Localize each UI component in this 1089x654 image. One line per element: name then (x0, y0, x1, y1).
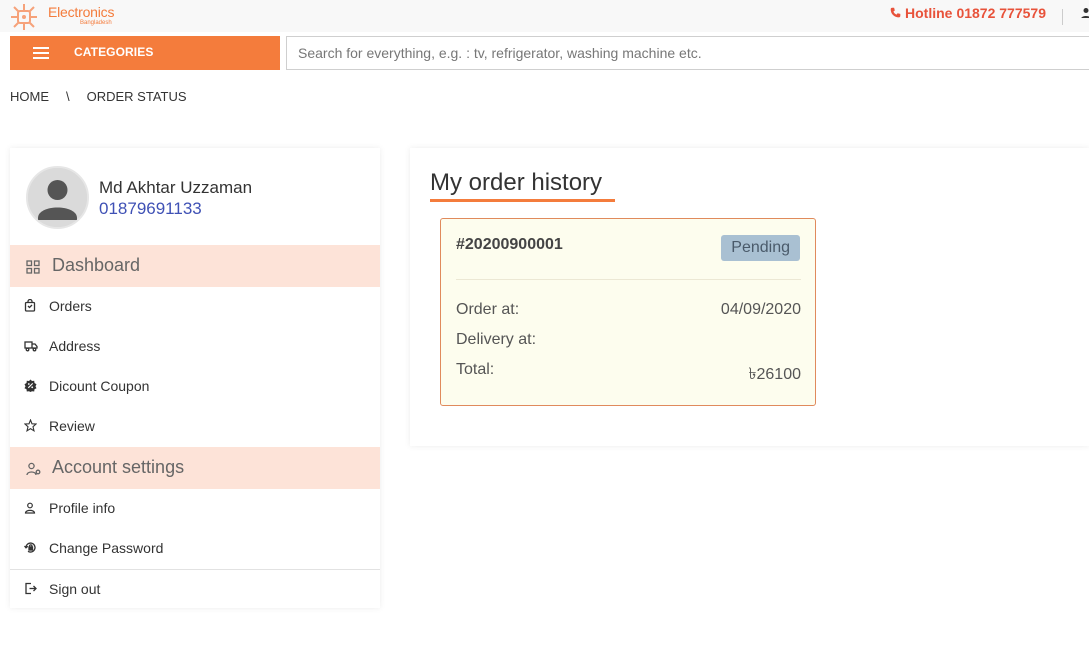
profile-name: Md Akhtar Uzzaman (99, 178, 253, 197)
categories-button[interactable]: CATEGORIES (10, 36, 280, 70)
user-settings-icon (26, 460, 42, 476)
user-icon (24, 501, 38, 515)
card-divider (456, 279, 801, 280)
sidebar-account-settings-label: Account settings (52, 457, 185, 477)
phone-icon (890, 5, 901, 21)
breadcrumb-home[interactable]: HOME (10, 89, 49, 104)
categories-label: CATEGORIES (74, 45, 154, 59)
account-sidebar: Md Akhtar Uzzaman 01879691133 Dashboard … (10, 148, 380, 608)
sidebar-item-change-password[interactable]: Change Password (10, 529, 380, 569)
sidebar-item-label: Sign out (49, 581, 101, 597)
brand-logo[interactable]: Electronics Bangladesh (10, 3, 114, 31)
order-at-value: 04/09/2020 (720, 301, 801, 318)
order-number[interactable]: #20200900001 (456, 236, 563, 254)
avatar (26, 166, 89, 229)
sidebar-item-profile-info[interactable]: Profile info (10, 489, 380, 529)
sidebar-item-sign-out[interactable]: Sign out (10, 570, 380, 610)
search-input[interactable] (286, 36, 1089, 70)
profile-phone: 01879691133 (99, 199, 202, 218)
hamburger-icon (33, 47, 49, 59)
sidebar-dashboard-label: Dashboard (52, 255, 141, 275)
sidebar-item-label: Address (49, 338, 101, 354)
brand-name: Electronics (48, 4, 115, 20)
brand-subtitle: Bangladesh (80, 20, 112, 26)
title-underline (430, 199, 615, 202)
coupon-icon (24, 379, 38, 393)
dashboard-icon (26, 258, 42, 274)
top-bar: Electronics Bangladesh Hotline 01872 777… (0, 0, 1089, 32)
hotline-label: Hotline (905, 5, 953, 21)
account-icon[interactable] (1080, 6, 1089, 18)
sidebar-item-label: Review (49, 418, 95, 434)
order-at-label: Order at: (456, 301, 520, 318)
bag-icon (24, 298, 38, 313)
total-value: ৳26100 (748, 366, 801, 383)
logo-icon (10, 3, 38, 31)
total-label: Total: (456, 361, 495, 378)
hotline-number: 01872 777579 (956, 5, 1046, 21)
order-card[interactable]: #20200900001 Pending Order at: 04/09/202… (440, 218, 816, 406)
sidebar-item-label: Dicount Coupon (49, 378, 150, 394)
sidebar-item-orders[interactable]: Orders (10, 287, 380, 327)
sidebar-item-label: Change Password (49, 540, 164, 556)
breadcrumb-current: ORDER STATUS (86, 89, 187, 104)
sidebar-item-address[interactable]: Address (10, 327, 380, 367)
page-title: My order history (430, 169, 603, 196)
delivery-at-label: Delivery at: (456, 331, 537, 348)
sidebar-account-settings[interactable]: Account settings (10, 447, 380, 489)
breadcrumb-separator: \ (66, 89, 70, 104)
profile-summary: Md Akhtar Uzzaman 01879691133 (26, 166, 252, 229)
sidebar-item-label: Profile info (49, 500, 116, 516)
breadcrumb: HOME \ ORDER STATUS (10, 89, 187, 104)
sign-out-icon (24, 582, 38, 596)
sidebar-item-label: Orders (49, 298, 92, 314)
hotline[interactable]: Hotline 01872 777579 (890, 5, 1046, 21)
top-divider (1062, 9, 1063, 25)
sidebar-dashboard[interactable]: Dashboard (10, 245, 380, 287)
sidebar-item-review[interactable]: Review (10, 407, 380, 447)
order-history-panel: My order history #20200900001 Pending Or… (410, 148, 1089, 446)
status-badge: Pending (721, 235, 800, 261)
truck-icon (24, 339, 38, 353)
sidebar-item-coupon[interactable]: Dicount Coupon (10, 367, 380, 407)
star-icon (23, 418, 38, 433)
lock-reset-icon (24, 541, 38, 555)
